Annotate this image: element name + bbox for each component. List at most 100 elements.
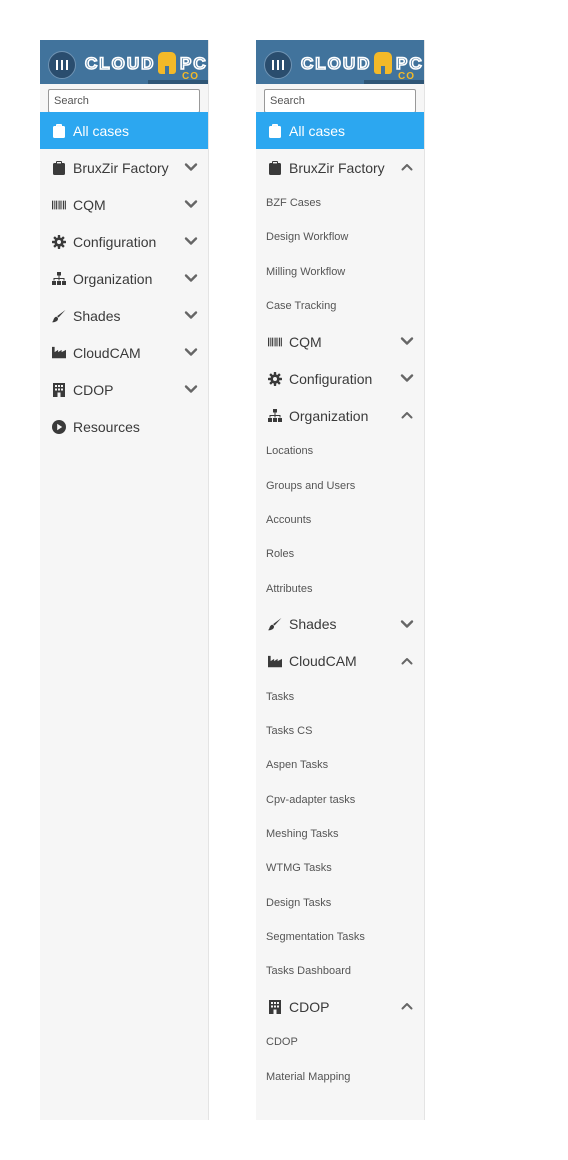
logo: CLOUD <box>300 53 372 74</box>
chevron-down-icon <box>184 160 198 174</box>
sidebar-expanded: CLOUD PC CO All cases BruxZir Factory BZ… <box>256 40 425 1120</box>
factory-icon <box>268 654 282 668</box>
sub-item[interactable]: Accounts <box>256 503 424 537</box>
sub-item[interactable]: Material Mapping <box>256 1060 424 1094</box>
sitemap-icon <box>268 409 282 423</box>
clipboard-icon <box>52 123 66 138</box>
nav-item-label: Organization <box>73 270 153 287</box>
sub-item[interactable]: Case Tracking <box>256 289 424 323</box>
menu-icon <box>56 60 68 70</box>
play-circle-icon <box>52 419 66 434</box>
brush-icon <box>268 617 282 631</box>
chevron-down-icon <box>184 234 198 248</box>
nav-item-organization[interactable]: Organization <box>256 397 424 434</box>
nav-item-label: CDOP <box>73 381 114 398</box>
sub-item[interactable]: Meshing Tasks <box>256 817 424 851</box>
menu-toggle-button[interactable] <box>264 51 292 79</box>
barcode-icon <box>52 198 66 212</box>
chevron-up-icon <box>400 999 414 1013</box>
chevron-down-icon <box>184 382 198 396</box>
brush-icon <box>52 309 66 323</box>
sub-item[interactable]: WTMG Tasks <box>256 851 424 885</box>
nav-item-label: Resources <box>73 418 140 435</box>
sidebar-nav: All cases BruxZir Factory BZF Cases Desi… <box>256 112 424 1094</box>
menu-toggle-button[interactable] <box>48 51 76 79</box>
search-input[interactable] <box>48 89 200 113</box>
nav-item-label: CloudCAM <box>289 653 357 670</box>
nav-item-cloudcam[interactable]: CloudCAM <box>256 643 424 680</box>
building-icon <box>52 382 66 397</box>
nav-item-label: Shades <box>289 616 337 633</box>
sub-item[interactable]: Milling Workflow <box>256 255 424 289</box>
nav-item-label: Shades <box>73 307 121 324</box>
app-header: CLOUD PC CO <box>256 40 424 90</box>
nav-item-all-cases[interactable]: All cases <box>256 112 424 149</box>
nav-item-all-cases[interactable]: All cases <box>40 112 208 149</box>
nav-item-shades[interactable]: Shades <box>40 297 208 334</box>
sub-item[interactable]: BZF Cases <box>256 186 424 220</box>
nav-item-cqm[interactable]: CQM <box>40 186 208 223</box>
chevron-down-icon <box>184 345 198 359</box>
factory-icon <box>52 346 66 360</box>
tooth-logo-icon <box>158 52 176 74</box>
nav-item-organization[interactable]: Organization <box>40 260 208 297</box>
nav-item-label: BruxZir Factory <box>289 159 385 176</box>
nav-item-label: BruxZir Factory <box>73 159 169 176</box>
sub-item[interactable]: Locations <box>256 434 424 468</box>
chevron-down-icon <box>400 334 414 348</box>
nav-item-label: CDOP <box>289 998 330 1015</box>
nav-item-label: CQM <box>289 333 322 350</box>
nav-item-resources[interactable]: Resources <box>40 408 208 445</box>
chevron-down-icon <box>400 371 414 385</box>
building-icon <box>268 999 282 1014</box>
nav-item-label: All cases <box>73 122 130 139</box>
tooth-logo-icon <box>374 52 392 74</box>
sub-item[interactable]: Tasks <box>256 680 424 714</box>
nav-item-shades[interactable]: Shades <box>256 606 424 643</box>
sub-item[interactable]: Tasks CS <box>256 714 424 748</box>
sub-item[interactable]: Tasks Dashboard <box>256 954 424 988</box>
menu-icon <box>272 60 284 70</box>
sub-item[interactable]: Cpv-adapter tasks <box>256 783 424 817</box>
chevron-up-icon <box>400 408 414 422</box>
nav-item-label: Configuration <box>289 370 373 387</box>
sidebar-nav: All cases BruxZir Factory CQM Configuration… <box>40 112 208 445</box>
clipboard-icon <box>268 123 282 138</box>
gear-icon <box>52 234 66 249</box>
sub-item[interactable]: Groups and Users <box>256 468 424 502</box>
nav-item-bruxzir-factory[interactable]: BruxZir Factory <box>40 149 208 186</box>
chevron-up-icon <box>400 654 414 668</box>
sub-item[interactable]: CDOP <box>256 1025 424 1059</box>
clipboard-icon <box>268 160 282 175</box>
nav-item-label: Organization <box>289 407 369 424</box>
nav-item-label: Configuration <box>73 233 157 250</box>
nav-item-bruxzir-factory[interactable]: BruxZir Factory <box>256 149 424 186</box>
chevron-up-icon <box>400 160 414 174</box>
logo: CLOUD <box>84 53 156 74</box>
nav-item-configuration[interactable]: Configuration <box>40 223 208 260</box>
chevron-down-icon <box>184 271 198 285</box>
nav-item-label: All cases <box>289 122 346 139</box>
nav-item-label: CQM <box>73 196 106 213</box>
sub-item[interactable]: Attributes <box>256 571 424 605</box>
chevron-down-icon <box>400 617 414 631</box>
nav-item-cqm[interactable]: CQM <box>256 323 424 360</box>
search-input[interactable] <box>264 89 416 113</box>
nav-item-cdop[interactable]: CDOP <box>256 988 424 1025</box>
nav-item-cloudcam[interactable]: CloudCAM <box>40 334 208 371</box>
sub-item[interactable]: Aspen Tasks <box>256 748 424 782</box>
sidebar-collapsed: CLOUD PC CO All cases BruxZir Factory CQM C… <box>40 40 209 1120</box>
gear-icon <box>268 371 282 386</box>
nav-item-configuration[interactable]: Configuration <box>256 360 424 397</box>
sub-item[interactable]: Design Tasks <box>256 885 424 919</box>
sub-item[interactable]: Roles <box>256 537 424 571</box>
chevron-down-icon <box>184 197 198 211</box>
app-header: CLOUD PC CO <box>40 40 208 90</box>
sub-item[interactable]: Design Workflow <box>256 220 424 254</box>
sitemap-icon <box>52 272 66 286</box>
chevron-down-icon <box>184 308 198 322</box>
nav-item-label: CloudCAM <box>73 344 141 361</box>
sub-item[interactable]: Segmentation Tasks <box>256 920 424 954</box>
nav-item-cdop[interactable]: CDOP <box>40 371 208 408</box>
clipboard-icon <box>52 160 66 175</box>
